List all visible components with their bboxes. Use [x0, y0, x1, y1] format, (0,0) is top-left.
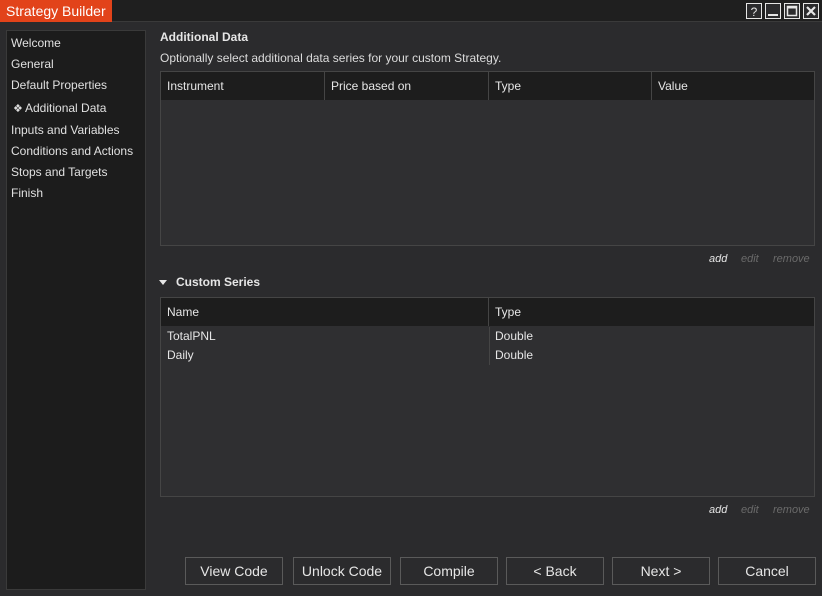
column-header-price-based-on[interactable]: Price based on	[325, 72, 489, 100]
sidebar-item-additional-data[interactable]: ❖ Additional Data	[7, 99, 106, 117]
next-button[interactable]: Next >	[612, 557, 710, 585]
collapse-toggle[interactable]	[158, 277, 168, 291]
sidebar-item-general[interactable]: General	[11, 55, 54, 73]
back-button[interactable]: < Back	[506, 557, 604, 585]
custom-series-add-link[interactable]: add	[709, 504, 727, 516]
custom-series-remove-link[interactable]: remove	[773, 504, 810, 516]
column-header-name[interactable]: Name	[161, 298, 489, 326]
grid-header: Instrument Price based on Type Value	[161, 72, 814, 100]
cell-name: TotalPNL	[167, 329, 216, 343]
sidebar-item-label: Inputs and Variables	[11, 123, 120, 137]
custom-series-edit-link[interactable]: edit	[741, 504, 759, 516]
sidebar-item-label: Default Properties	[11, 78, 108, 92]
column-header-instrument[interactable]: Instrument	[161, 72, 325, 100]
sidebar-item-finish[interactable]: Finish	[11, 184, 43, 202]
column-header-value[interactable]: Value	[652, 72, 814, 100]
sidebar-item-label: General	[11, 57, 54, 71]
maximize-icon	[786, 5, 798, 17]
maximize-button[interactable]	[784, 3, 800, 19]
chevron-down-icon	[159, 280, 167, 285]
view-code-button[interactable]: View Code	[185, 557, 283, 585]
column-header-type[interactable]: Type	[489, 72, 652, 100]
sidebar-item-label: Stops and Targets	[11, 165, 108, 179]
table-row[interactable]: TotalPNL Double	[161, 327, 814, 346]
additional-data-edit-link[interactable]: edit	[741, 253, 759, 265]
compile-button[interactable]: Compile	[400, 557, 498, 585]
additional-data-add-link[interactable]: add	[709, 253, 727, 265]
sidebar-item-label: Conditions and Actions	[11, 144, 134, 158]
minimize-icon	[768, 14, 778, 16]
sidebar-item-label: Welcome	[11, 36, 61, 50]
table-row[interactable]: Daily Double	[161, 346, 814, 365]
current-step-icon: ❖	[13, 103, 23, 115]
window-title: Strategy Builder	[0, 0, 112, 22]
sidebar-item-stops-and-targets[interactable]: Stops and Targets	[11, 163, 108, 181]
sidebar-item-label: Additional Data	[25, 101, 107, 115]
cell-type: Double	[495, 329, 534, 343]
help-button[interactable]: ?	[746, 3, 762, 19]
cancel-button[interactable]: Cancel	[718, 557, 816, 585]
additional-data-remove-link[interactable]: remove	[773, 253, 810, 265]
section-heading-additional-data: Additional Data	[160, 30, 249, 44]
additional-data-grid[interactable]: Instrument Price based on Type Value	[160, 71, 815, 246]
sidebar-item-welcome[interactable]: Welcome	[11, 34, 61, 52]
minimize-button[interactable]	[765, 3, 781, 19]
sidebar-item-conditions-and-actions[interactable]: Conditions and Actions	[11, 142, 133, 160]
main-panel: Additional Data Optionally select additi…	[148, 22, 822, 596]
help-icon: ?	[751, 5, 758, 18]
sidebar-item-label: Finish	[11, 186, 44, 200]
section-heading-custom-series: Custom Series	[176, 275, 261, 289]
cell-type: Double	[495, 348, 534, 362]
wizard-sidebar: Welcome General Default Properties ❖ Addi…	[6, 30, 146, 590]
section-description: Optionally select additional data series…	[160, 51, 502, 65]
grid-header: Name Type	[161, 298, 814, 326]
column-header-type[interactable]: Type	[489, 298, 814, 326]
custom-series-grid[interactable]: Name Type TotalPNL Double Daily Double	[160, 297, 815, 497]
close-button[interactable]	[803, 3, 819, 19]
sidebar-item-default-properties[interactable]: Default Properties	[11, 76, 107, 94]
cell-name: Daily	[167, 348, 194, 362]
close-icon	[806, 6, 816, 16]
sidebar-item-inputs-and-variables[interactable]: Inputs and Variables	[11, 121, 120, 139]
unlock-code-button[interactable]: Unlock Code	[293, 557, 391, 585]
svg-text:?: ?	[751, 5, 758, 18]
title-bar: Strategy Builder ?	[0, 0, 822, 22]
